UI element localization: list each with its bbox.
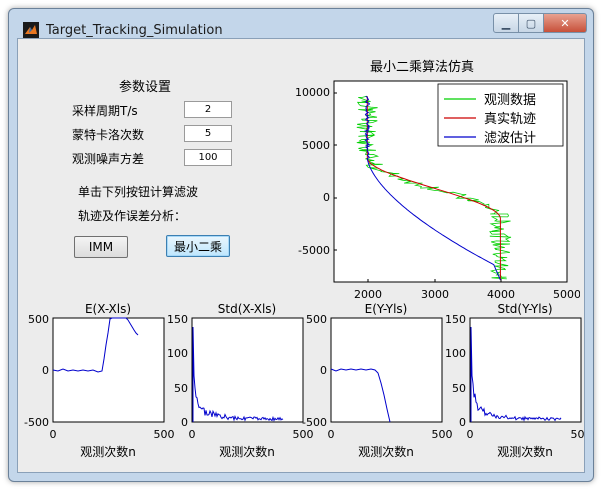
plot-stdy-ytick: 50: [452, 382, 466, 395]
plot-stdy-xtick: 0: [467, 428, 474, 441]
maximize-button[interactable]: ▢: [519, 13, 544, 33]
plot-stdx-xtick: 500: [293, 428, 314, 441]
plot-stdy-ytick: 100: [445, 347, 466, 360]
instruction-line-1: 单击下列按钮计算滤波: [78, 185, 199, 199]
plot-stdx-ytick: 50: [174, 382, 188, 395]
plot-stdx-title: Std(X-Xls): [218, 302, 276, 316]
mc-runs-label: 蒙特卡洛次数: [72, 128, 145, 142]
close-button[interactable]: ✕: [544, 13, 587, 33]
noise-var-label: 观测噪声方差: [72, 152, 145, 166]
least-squares-button[interactable]: 最小二乘: [166, 235, 230, 257]
plot-ex-xtick: 0: [50, 428, 57, 441]
plot-ey-xlabel: 观测次数n: [358, 444, 414, 459]
main-y-tick: 0: [323, 191, 330, 204]
plot-stdx-xtick: 0: [189, 428, 196, 441]
plot-ex-xtick: 500: [154, 428, 175, 441]
main-plot-title: 最小二乘算法仿真: [370, 60, 474, 75]
main-y-tick: -5000: [298, 244, 330, 257]
plot-ex-ytick: -500: [24, 416, 49, 429]
plot-ey-ytick: 0: [320, 364, 327, 377]
plot-ex-ytick: 0: [42, 364, 49, 377]
minimize-button[interactable]: ▁: [493, 13, 519, 33]
plot-ex-ytick: 500: [28, 313, 49, 326]
plot-ex-title: E(X-Xls): [85, 302, 131, 316]
figure-client-area: 参数设置 采样周期T/s 2 蒙特卡洛次数 5 观测噪声方差 100 单击下列按…: [17, 38, 585, 473]
app-window: Target_Tracking_Simulation ▁ ▢ ✕ 参数设置 采样…: [8, 8, 594, 482]
params-heading: 参数设置: [119, 80, 172, 95]
main-y-tick: 5000: [302, 139, 330, 152]
window-title: Target_Tracking_Simulation: [46, 23, 223, 38]
plot-ex-xlabel: 观测次数n: [80, 444, 136, 459]
plot-ey-title: E(Y-Yls): [365, 302, 408, 316]
legend-true: 真实轨迹: [484, 112, 536, 127]
plot-ey-ytick: -500: [302, 416, 327, 429]
plot-stdy-title: Std(Y-Yls): [497, 302, 552, 316]
plot-ey: E(Y-Yls) 500 0 -500 0 500 观测次数n: [302, 302, 452, 459]
main-legend: 观测数据 真实轨迹 滤波估计: [437, 83, 564, 147]
noise-var-input[interactable]: 100: [184, 149, 232, 166]
plot-ey-xtick: 0: [328, 428, 335, 441]
mc-runs-input[interactable]: 5: [184, 125, 232, 142]
sample-period-input[interactable]: 2: [184, 101, 232, 118]
plot-ey-xtick: 500: [432, 428, 453, 441]
plot-ey-ytick: 500: [306, 313, 327, 326]
plot-stdy-ytick: 150: [445, 313, 466, 326]
plot-stdx-xlabel: 观测次数n: [219, 444, 275, 459]
sample-period-label: 采样周期T/s: [72, 104, 138, 118]
error-plots: E(X-Xls) 500 0 -500 0 500 观测次数n Std(X-Xl…: [24, 302, 584, 459]
plot-stdx-ytick: 150: [167, 313, 188, 326]
main-y-tick: 10000: [295, 86, 330, 99]
instruction-line-2: 轨迹及作误差分析：: [78, 209, 187, 223]
imm-button[interactable]: IMM: [74, 236, 128, 258]
plot-stdy: Std(Y-Yls) 150 100 50 0 0 500 观测次数n: [445, 302, 584, 459]
plot-stdy-xtick: 500: [571, 428, 585, 441]
main-plot: 最小二乘算法仿真 2000 3000 4000 5000 10000 5000 …: [295, 60, 580, 301]
plot-stdy-xlabel: 观测次数n: [497, 444, 553, 459]
plot-stdy-ytick: 0: [459, 416, 466, 429]
window-controls: ▁ ▢ ✕: [493, 13, 587, 33]
plot-stdx-ytick: 100: [167, 347, 188, 360]
plot-stdx-ytick: 0: [181, 416, 188, 429]
matlab-icon: [23, 22, 39, 38]
legend-estimate: 滤波估计: [484, 131, 536, 146]
plot-stdx: Std(X-Xls) 150 100 50 0 0 500 观测次数n: [167, 302, 314, 459]
plot-ex: E(X-Xls) 500 0 -500 0 500 观测次数n: [24, 302, 174, 459]
legend-observed: 观测数据: [484, 93, 536, 108]
